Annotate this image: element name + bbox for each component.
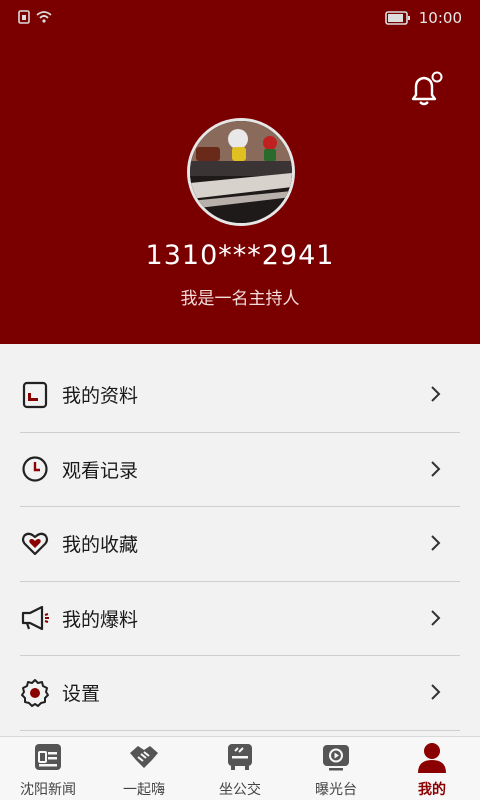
status-right: 10:00 bbox=[384, 9, 462, 27]
menu-item-label: 我的收藏 bbox=[62, 534, 139, 557]
clock-icon bbox=[20, 454, 50, 484]
profile-header: 10:00 1310***2941 我是一名主持人 bbox=[0, 0, 480, 344]
bus-icon bbox=[228, 744, 252, 770]
chevron-right-icon bbox=[431, 535, 441, 551]
handshake-icon bbox=[130, 746, 158, 768]
tab-label: 沈阳新闻 bbox=[20, 782, 76, 798]
menu-list: 我的资料 观看记录 我的收藏 我的爆料 设置 bbox=[0, 358, 480, 731]
user-phone: 1310***2941 bbox=[145, 240, 335, 271]
tab-label: 我的 bbox=[418, 782, 446, 798]
menu-item-favorites[interactable]: 我的收藏 bbox=[20, 507, 460, 582]
tab-exposure[interactable]: 曝光台 bbox=[288, 737, 384, 800]
menu-item-label: 观看记录 bbox=[62, 459, 139, 482]
tab-label: 曝光台 bbox=[315, 782, 357, 798]
play-screen-icon bbox=[323, 745, 349, 771]
tab-shenyang-news[interactable]: 沈阳新闻 bbox=[0, 737, 96, 800]
gear-icon bbox=[20, 678, 50, 708]
menu-item-settings[interactable]: 设置 bbox=[20, 656, 460, 731]
avatar[interactable] bbox=[187, 118, 295, 226]
menu-item-label: 我的爆料 bbox=[62, 608, 139, 631]
menu-item-label: 设置 bbox=[62, 683, 101, 706]
menu-item-history[interactable]: 观看记录 bbox=[20, 433, 460, 507]
status-time: 10:00 bbox=[418, 9, 462, 27]
menu-item-profile[interactable]: 我的资料 bbox=[20, 358, 460, 433]
chevron-right-icon bbox=[431, 460, 441, 477]
user-intro: 我是一名主持人 bbox=[180, 289, 300, 309]
battery-icon bbox=[384, 11, 410, 25]
profile-card-icon bbox=[20, 380, 50, 410]
sim-icon bbox=[18, 10, 30, 24]
tab-bus[interactable]: 坐公交 bbox=[192, 737, 288, 800]
bottom-tab-bar: 沈阳新闻 一起嗨 坐公交 曝光台 我的 bbox=[0, 736, 480, 800]
chevron-right-icon bbox=[431, 386, 441, 402]
heart-icon bbox=[20, 529, 50, 559]
megaphone-icon bbox=[20, 603, 50, 633]
notification-bell-icon[interactable] bbox=[404, 70, 444, 110]
wifi-icon bbox=[36, 11, 52, 23]
menu-item-tips[interactable]: 我的爆料 bbox=[20, 582, 460, 656]
menu-item-label: 我的资料 bbox=[62, 385, 139, 408]
tab-together[interactable]: 一起嗨 bbox=[96, 737, 192, 800]
person-icon bbox=[418, 743, 446, 773]
chevron-right-icon bbox=[431, 684, 441, 700]
tab-label: 坐公交 bbox=[219, 782, 261, 798]
status-bar: 10:00 bbox=[0, 0, 480, 36]
tab-label: 一起嗨 bbox=[123, 782, 165, 798]
chevron-right-icon bbox=[431, 609, 441, 626]
news-icon bbox=[35, 744, 61, 770]
tab-mine[interactable]: 我的 bbox=[384, 737, 480, 800]
avatar-photo bbox=[190, 121, 292, 223]
status-left bbox=[18, 10, 52, 24]
